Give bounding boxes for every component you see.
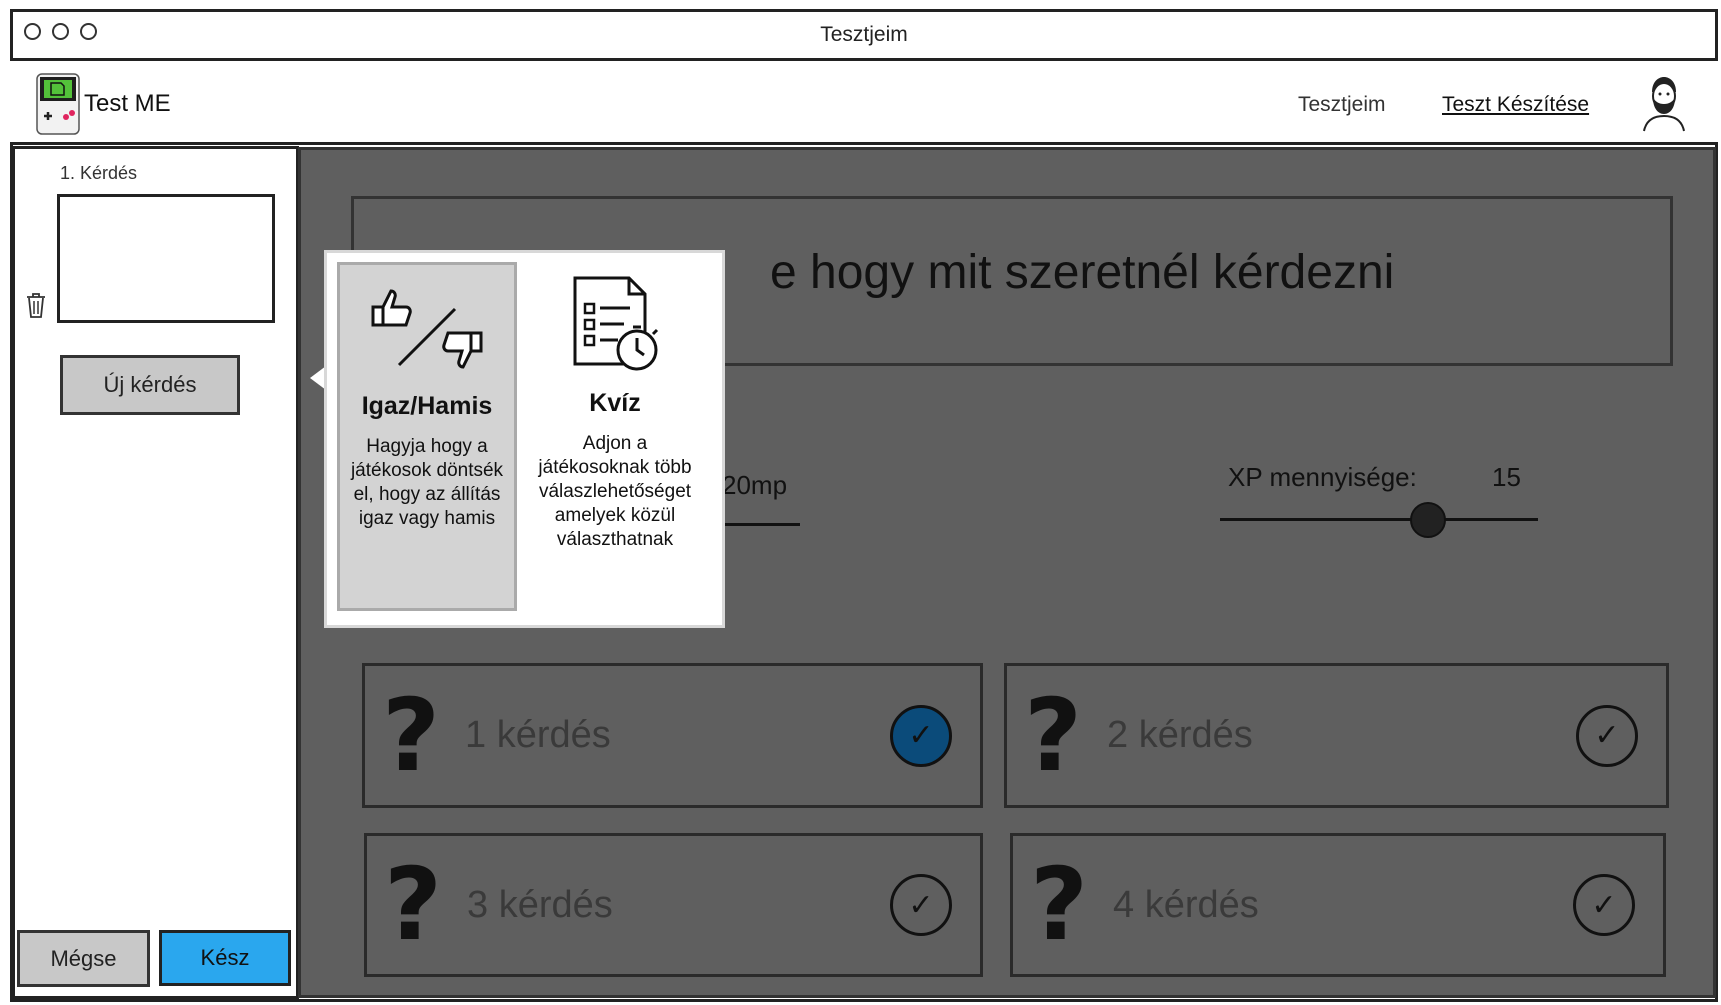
quiz-timer-icon [565, 274, 665, 379]
check-circle-icon[interactable]: ✓ [890, 874, 952, 936]
option-description: Hagyja hogy a játékosok döntsék el, hogy… [350, 436, 504, 529]
question-card-label: 3 kérdés [467, 883, 613, 926]
option-title: Kvíz [589, 389, 641, 417]
question-mark-icon: ? [383, 846, 442, 963]
xp-value: 15 [1492, 462, 1521, 492]
question-card-4[interactable]: ? 4 kérdés ✓ [1010, 833, 1666, 977]
gamepad-logo-icon [36, 73, 80, 135]
title-bar: Tesztjeim [10, 9, 1718, 61]
nav-create-test[interactable]: Teszt Készítése [1442, 93, 1589, 117]
window-title: Tesztjeim [820, 23, 908, 46]
question-mark-icon: ? [1029, 846, 1088, 963]
check-circle-icon[interactable]: ✓ [890, 704, 952, 767]
xp-slider-thumb[interactable] [1410, 502, 1446, 538]
avatar[interactable] [1640, 74, 1688, 132]
xp-label: XP mennyisége: [1228, 462, 1417, 492]
cancel-button[interactable]: Mégse [17, 930, 150, 987]
xp-slider-track[interactable] [1220, 518, 1538, 521]
logo-text[interactable]: Test ME [84, 90, 171, 118]
window-close-dot[interactable] [24, 23, 41, 40]
question-card-label: 1 kérdés [465, 714, 611, 756]
window-maximize-dot[interactable] [80, 23, 97, 40]
check-circle-icon[interactable]: ✓ [1573, 874, 1635, 936]
question-mark-icon: ? [1023, 676, 1082, 794]
check-circle-icon[interactable]: ✓ [1576, 704, 1638, 767]
thumbs-up-down-icon [367, 277, 487, 382]
question-placeholder: e hogy mit szeretnél kérdezni [770, 246, 1395, 299]
question-card-2[interactable]: ? 2 kérdés ✓ [1004, 663, 1669, 808]
option-quiz[interactable]: Kvíz Adjon a játékosoknak több válaszleh… [525, 262, 705, 611]
window-minimize-dot[interactable] [52, 23, 69, 40]
done-button[interactable]: Kész [159, 930, 291, 986]
time-limit-value: 20mp [722, 470, 788, 500]
question-card-1[interactable]: ? 1 kérdés ✓ [362, 663, 983, 808]
option-title: Igaz/Hamis [361, 392, 493, 420]
question-card-3[interactable]: ? 3 kérdés ✓ [364, 833, 983, 977]
trash-icon[interactable] [24, 291, 48, 319]
new-question-button[interactable]: Új kérdés [60, 355, 240, 415]
option-description: Adjon a játékosoknak több válaszlehetősé… [538, 433, 692, 550]
question-mark-icon: ? [381, 676, 440, 794]
option-true-false[interactable]: Igaz/Hamis Hagyja hogy a játékosok dönts… [337, 262, 517, 611]
question-textarea[interactable] [57, 194, 275, 323]
question-label: 1. Kérdés [60, 163, 138, 183]
nav-my-tests[interactable]: Tesztjeim [1298, 93, 1386, 117]
question-card-label: 2 kérdés [1107, 714, 1253, 756]
question-card-label: 4 kérdés [1113, 883, 1259, 926]
